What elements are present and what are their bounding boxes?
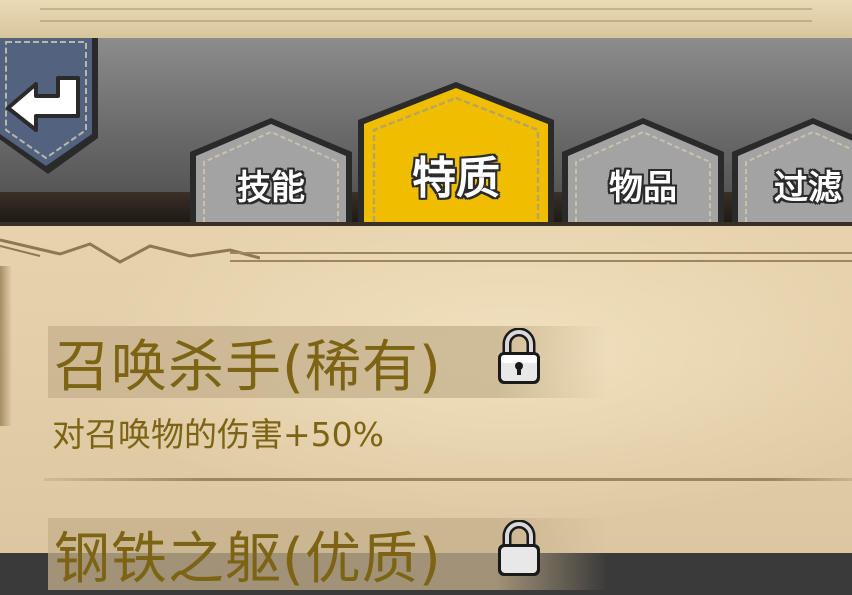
tab-items-label: 物品 [609,168,677,208]
tab-skills-label: 技能 [237,168,305,208]
panel-corner-ornament [0,238,260,264]
top-parchment-strip [0,0,852,41]
tab-filter-label: 过滤 [774,168,842,208]
tab-filter[interactable]: 过滤 [730,116,852,222]
tab-items[interactable]: 物品 [560,116,726,222]
tab-traits[interactable]: 特质 [356,80,556,222]
trait-name[interactable]: 召唤杀手(稀有) [54,322,442,403]
trait-description: 对召唤物的伤害+50% [52,415,384,454]
tab-skills[interactable]: 技能 [188,116,354,222]
divider [44,478,852,481]
back-button[interactable] [0,38,100,176]
padlock-icon [495,519,543,578]
tab-traits-label: 特质 [412,153,500,204]
trait-name[interactable]: 钢铁之躯(优质) [54,514,442,595]
padlock-icon [495,327,543,386]
back-arrow-icon [0,38,98,174]
